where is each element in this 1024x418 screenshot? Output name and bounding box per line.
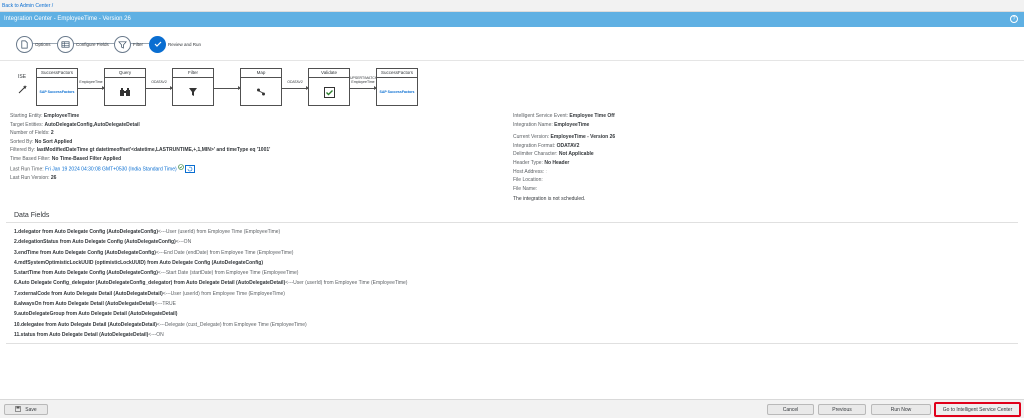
list-item: 9.autoDelegateGroup from Auto Delegate D… xyxy=(14,311,178,318)
step-filter[interactable]: Filter xyxy=(114,35,143,53)
magic-wand-icon xyxy=(18,84,28,96)
list-item: 11.status from Auto Delegate Detail (Aut… xyxy=(14,331,164,338)
table-icon xyxy=(57,35,74,53)
title-bar: Integration Center - EmployeeTime - Vers… xyxy=(0,12,1024,27)
flow-arrow xyxy=(146,86,173,90)
step-configure-fields[interactable]: Configure Fields xyxy=(57,35,109,53)
info-row: Number of Fields: 2 xyxy=(10,130,54,137)
integration-flow-diagram: ISE SuccessFactors SAP SuccessFactors Em… xyxy=(14,66,418,112)
step-label: Options xyxy=(35,41,51,47)
box-title: SuccessFactors xyxy=(377,69,417,78)
info-row: Host Address: : xyxy=(513,168,547,175)
document-icon xyxy=(16,35,33,53)
flow-arrow xyxy=(214,86,241,90)
info-row: Header Type: No Header xyxy=(513,159,570,166)
question-circle-icon[interactable]: ? xyxy=(1010,15,1018,23)
divider xyxy=(6,343,1018,344)
cancel-button[interactable]: Cancel xyxy=(767,404,814,415)
arrow-label: ODATAV2 xyxy=(151,80,167,84)
check-icon xyxy=(149,35,166,53)
list-item: 10.delegatee from Auto Delegate Detail (… xyxy=(14,321,307,328)
info-row: Starting Entity: EmployeeTime xyxy=(10,113,80,119)
info-row: Filtered By: lastModifiedDateTime gt dat… xyxy=(10,147,271,154)
step-label: Review and Run xyxy=(168,41,202,47)
box-title: Map xyxy=(241,69,281,78)
list-item: 6.Auto Delegate Config_delegator (AutoDe… xyxy=(14,280,408,287)
flow-box-source[interactable]: SuccessFactors SAP SuccessFactors xyxy=(36,68,78,106)
flow-box-map[interactable]: Map xyxy=(240,68,282,106)
sap-successfactors-logo: SAP SuccessFactors xyxy=(39,90,75,94)
back-to-admin-center-link[interactable]: Back to Admin Center / xyxy=(2,3,53,9)
flow-box-validate[interactable]: Validate xyxy=(308,68,350,106)
list-item: 8.alwaysOn from Auto Delegate Detail (Au… xyxy=(14,301,176,308)
save-button[interactable]: Save xyxy=(4,404,48,415)
arrow-label: ODATAV2 xyxy=(287,80,303,84)
footer-toolbar: Save Cancel Previous Run Now Go to Intel… xyxy=(0,399,1024,418)
box-title: Validate xyxy=(309,69,349,78)
top-bar: Back to Admin Center / xyxy=(0,0,1024,12)
arrow-label: UPSERT/MATCH EmployeeTime xyxy=(350,76,378,84)
binoculars-icon xyxy=(105,78,145,106)
refresh-icon[interactable] xyxy=(185,164,196,173)
step-label: Configure Fields xyxy=(76,41,109,47)
go-to-intelligent-service-center-button[interactable]: Go to Intelligent Service Center xyxy=(934,402,1021,417)
integration-summary-right: Intelligent Service Event: Employee Time… xyxy=(513,112,615,204)
divider xyxy=(6,222,1018,223)
step-options[interactable]: Options xyxy=(16,35,51,53)
info-row: Last Run Time: Fri Jan 19 2024 04:30:08 … xyxy=(10,163,270,174)
ise-label: ISE xyxy=(18,74,27,80)
data-fields-list: 1.delegator from Auto Delegate Config (A… xyxy=(14,227,407,340)
schedule-note: The integration is not scheduled. xyxy=(513,196,586,203)
map-icon xyxy=(241,78,281,106)
arrow-label: EmployeeTime xyxy=(79,80,103,84)
info-row: Last Run Version: 26 xyxy=(10,174,57,181)
check-circle-icon xyxy=(178,163,184,174)
info-row: Current Version: EmployeeTime - Version … xyxy=(513,134,616,141)
last-run-time-link[interactable]: Fri Jan 19 2024 04:30:08 GMT+0530 (India… xyxy=(45,166,177,172)
info-row: Time Based Filter: No Time-Based Filter … xyxy=(10,155,122,162)
wizard-steps: Options Configure Fields Filter Review a… xyxy=(0,27,1024,61)
flow-arrow xyxy=(282,86,309,90)
page-title: Integration Center - EmployeeTime - Vers… xyxy=(4,16,131,22)
list-item: 2.delegationStatus from Auto Delegate Co… xyxy=(14,239,192,246)
integration-summary-left: Starting Entity: EmployeeTime Target Ent… xyxy=(10,112,270,182)
flow-box-query[interactable]: Query xyxy=(104,68,146,106)
info-row: Integration Format: ODATAV2 xyxy=(513,142,580,149)
list-item: 4.mdfSystemOptimisticLockUUID (optimisti… xyxy=(14,259,263,266)
list-item: 1.delegator from Auto Delegate Config (A… xyxy=(14,229,281,235)
info-row: Delimiter Character: Not Applicable xyxy=(513,151,594,158)
box-title: Query xyxy=(105,69,145,78)
info-row: Sorted By: No Sort Applied xyxy=(10,138,73,145)
step-label: Filter xyxy=(133,41,143,47)
list-item: 5.startTime from Auto Delegate Config (A… xyxy=(14,270,299,277)
flow-arrow xyxy=(350,86,377,90)
save-icon xyxy=(15,405,22,414)
list-item: 7.externalCode from Auto Delegate Detail… xyxy=(14,290,285,297)
list-item: 3.endTime from Auto Delegate Config (Aut… xyxy=(14,249,294,256)
run-now-button[interactable]: Run Now xyxy=(871,404,931,415)
filter-icon xyxy=(173,78,213,106)
info-row: Intelligent Service Event: Employee Time… xyxy=(513,113,615,119)
box-title: Filter xyxy=(173,69,213,78)
flow-arrow xyxy=(78,86,105,90)
info-row: File Location: xyxy=(513,177,543,184)
sap-successfactors-logo: SAP SuccessFactors xyxy=(379,90,415,94)
info-row: Integration Name: EmployeeTime xyxy=(513,121,590,128)
box-title: SuccessFactors xyxy=(37,69,77,78)
info-row: Target Entities: AutoDelegateConfig,Auto… xyxy=(10,121,140,128)
data-fields-title: Data Fields xyxy=(14,212,50,219)
flow-box-target[interactable]: SuccessFactors SAP SuccessFactors xyxy=(376,68,418,106)
flow-box-filter[interactable]: Filter xyxy=(172,68,214,106)
checkbox-icon xyxy=(309,78,349,106)
info-row: File Name: xyxy=(513,185,538,192)
step-review-and-run[interactable]: Review and Run xyxy=(149,35,201,53)
previous-button[interactable]: Previous xyxy=(818,404,866,415)
filter-icon xyxy=(114,35,131,53)
